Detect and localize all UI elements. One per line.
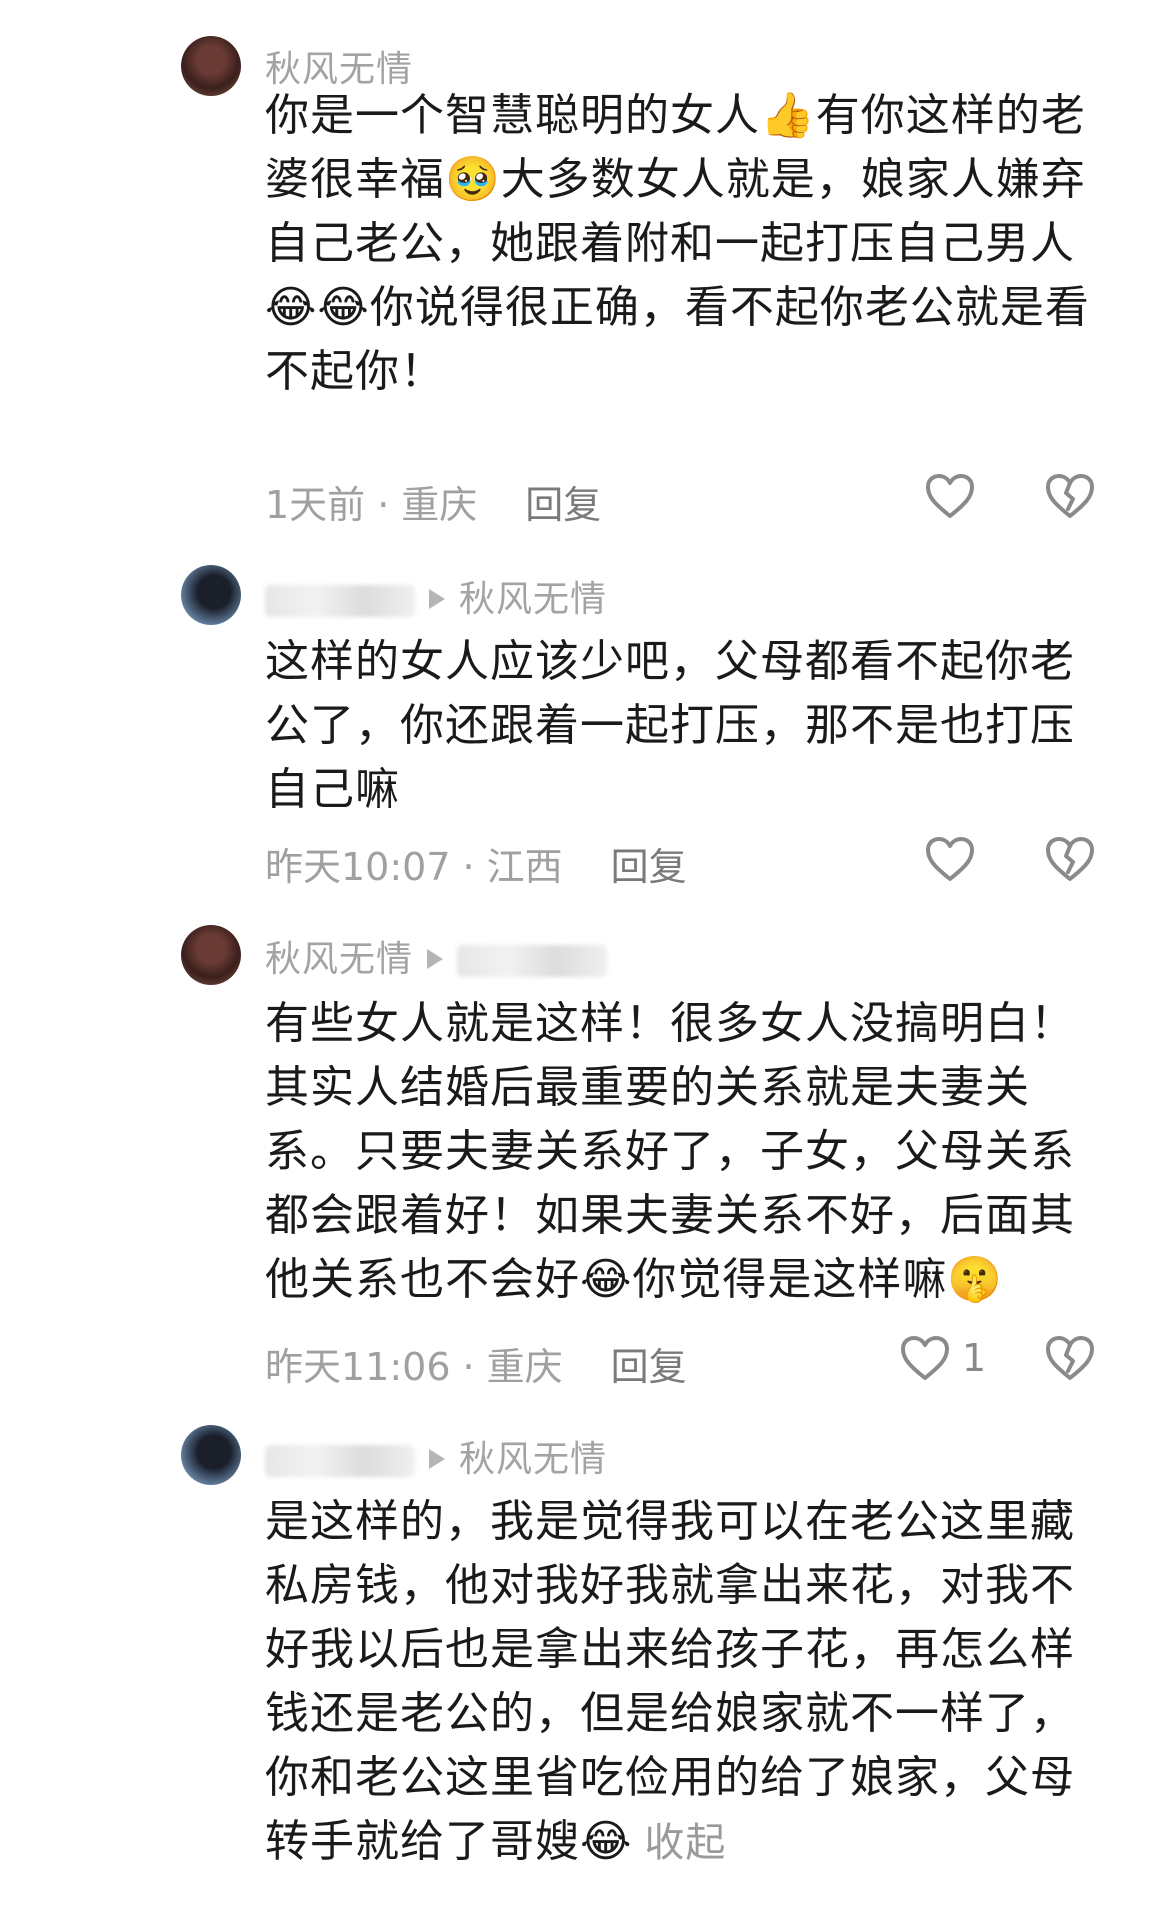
avatar[interactable] (181, 36, 241, 96)
comment-meta: 昨天10:07 · 江西 回复 (265, 845, 687, 889)
triangle-right-icon (429, 1449, 445, 1469)
laughing-crying-icon: 😂 (580, 1254, 633, 1305)
comment-time: 昨天10:07 (265, 845, 451, 889)
like-count: 1 (962, 1336, 987, 1380)
comment-text: 是这样的，我是觉得我可以在老公这里藏私房钱，他对我好我就拿出来花，对我不好我以后… (265, 1496, 1075, 1867)
thumbs-up-icon: 👍 (760, 90, 816, 141)
heart-outline-icon (926, 837, 974, 881)
blurred-username (457, 945, 608, 977)
like-button[interactable] (925, 836, 985, 886)
comment-meta: 1天前 · 重庆 回复 (265, 483, 602, 527)
comment-meta: 昨天11:06 · 重庆 回复 (265, 1345, 687, 1389)
avatar[interactable] (181, 565, 241, 625)
comment-location: 江西 (486, 845, 563, 889)
broken-heart-icon (1046, 1336, 1094, 1380)
broken-heart-icon (1046, 474, 1094, 518)
dislike-button[interactable] (1045, 473, 1103, 523)
comment-location: 重庆 (486, 1345, 563, 1389)
comment-time: 昨天11:06 (265, 1345, 451, 1389)
comment-time: 1天前 (265, 483, 366, 527)
username[interactable]: 秋风无情 (265, 930, 608, 982)
reply-button[interactable]: 回复 (611, 1345, 687, 1389)
comment-text: 这样的女人应该少吧，父母都看不起你老公了，你还跟着一起打压，那不是也打压自己嘛 (265, 636, 1075, 815)
collapse-button[interactable]: 收起 (644, 1820, 726, 1866)
triangle-right-icon (427, 949, 444, 969)
reply-button[interactable]: 回复 (525, 483, 601, 527)
pleading-face-icon: 🥹 (445, 154, 501, 205)
like-button[interactable]: 1 (900, 1335, 986, 1381)
username[interactable]: 秋风无情 (265, 570, 607, 622)
comment-text: 有些女人就是这样！很多女人没搞明白！其实人结婚后最重要的关系就是夫妻关系。只要夫… (265, 998, 1075, 1305)
heart-outline-icon (901, 1336, 949, 1380)
avatar[interactable] (181, 1425, 241, 1485)
username[interactable]: 秋风无情 (265, 1430, 607, 1482)
blurred-username (265, 1445, 415, 1477)
shushing-face-icon: 🤫 (947, 1254, 1004, 1305)
laughing-crying-icon: 😂 (580, 1816, 633, 1867)
triangle-right-icon (429, 589, 445, 609)
comment-location: 重庆 (401, 483, 478, 527)
dislike-button[interactable] (1045, 836, 1103, 886)
broken-heart-icon (1046, 837, 1094, 881)
reply-button[interactable]: 回复 (611, 845, 687, 889)
blurred-username (265, 585, 415, 617)
heart-outline-icon (926, 474, 974, 518)
laughing-crying-icon: 😂😂 (265, 282, 370, 333)
avatar[interactable] (181, 925, 241, 985)
comment-text: 你是一个智慧聪明的女人👍有你这样的老婆很幸福🥹大多数女人就是，娘家人嫌弃自己老公… (265, 90, 1090, 397)
like-button[interactable] (925, 473, 985, 523)
dislike-button[interactable] (1045, 1335, 1103, 1385)
